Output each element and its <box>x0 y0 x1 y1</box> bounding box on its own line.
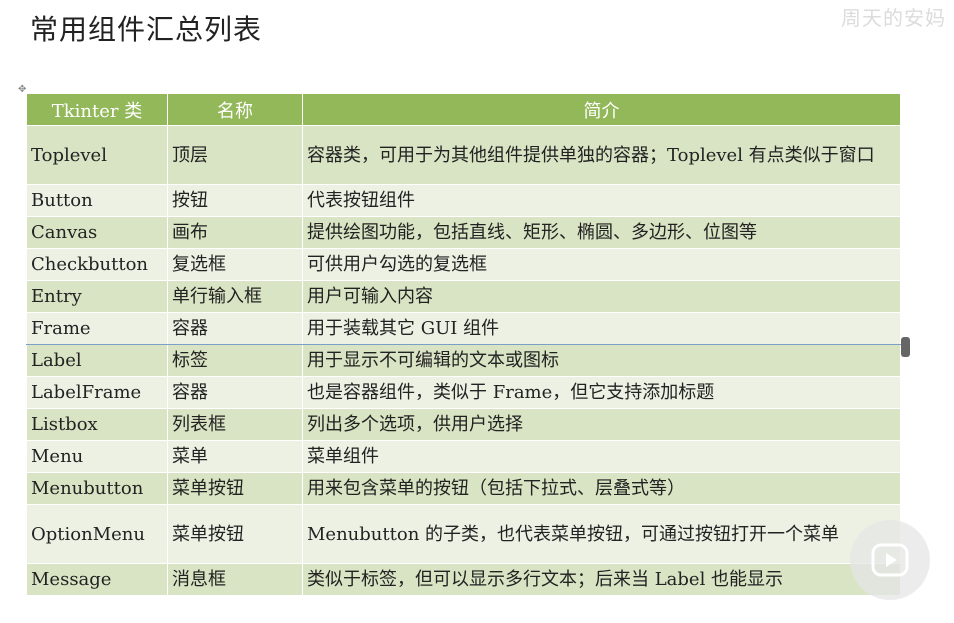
cell-desc: 代表按钮组件 <box>302 184 901 217</box>
scroll-handle[interactable] <box>901 337 910 357</box>
cell-name: 标签 <box>167 344 303 377</box>
components-table: Tkinter 类 名称 简介 Toplevel 顶层 容器类，可用于为其他组件… <box>26 93 901 596</box>
table-row: Entry 单行输入框 用户可输入内容 <box>26 280 901 313</box>
table-row: OptionMenu 菜单按钮 Menubutton 的子类，也代表菜单按钮，可… <box>26 504 901 564</box>
header-name: 名称 <box>167 93 303 126</box>
cell-desc: 列出多个选项，供用户选择 <box>302 408 901 441</box>
cell-name: 复选框 <box>167 248 303 281</box>
table-row: Label 标签 用于显示不可编辑的文本或图标 <box>26 344 901 377</box>
cell-class: Menubutton <box>26 472 168 505</box>
header-class: Tkinter 类 <box>26 93 168 126</box>
cell-class: Listbox <box>26 408 168 441</box>
cell-name: 顶层 <box>167 125 303 185</box>
cell-class: LabelFrame <box>26 376 168 409</box>
cell-name: 消息框 <box>167 563 303 596</box>
cell-name: 容器 <box>167 312 303 345</box>
header-desc: 简介 <box>302 93 901 126</box>
table-row: Listbox 列表框 列出多个选项，供用户选择 <box>26 408 901 441</box>
table-row: Toplevel 顶层 容器类，可用于为其他组件提供单独的容器；Toplevel… <box>26 125 901 185</box>
cell-name: 菜单按钮 <box>167 472 303 505</box>
cell-desc: 用于显示不可编辑的文本或图标 <box>302 344 901 377</box>
cell-name: 菜单 <box>167 440 303 473</box>
table-row: Checkbutton 复选框 可供用户勾选的复选框 <box>26 248 901 281</box>
table-row: Button 按钮 代表按钮组件 <box>26 184 901 217</box>
table-row: Menubutton 菜单按钮 用来包含菜单的按钮（包括下拉式、层叠式等） <box>26 472 901 505</box>
play-icon <box>870 540 910 580</box>
table-row: Canvas 画布 提供绘图功能，包括直线、矩形、椭圆、多边形、位图等 <box>26 216 901 249</box>
cell-class: Frame <box>26 312 168 345</box>
cell-class: Entry <box>26 280 168 313</box>
table-row: LabelFrame 容器 也是容器组件，类似于 Frame，但它支持添加标题 <box>26 376 901 409</box>
page-title: 常用组件汇总列表 <box>30 13 263 46</box>
cell-desc: 也是容器组件，类似于 Frame，但它支持添加标题 <box>302 376 901 409</box>
cell-name: 菜单按钮 <box>167 504 303 564</box>
cell-desc: 类似于标签，但可以显示多行文本；后来当 Label 也能显示 <box>302 563 901 596</box>
cell-class: Canvas <box>26 216 168 249</box>
cell-class: Label <box>26 344 168 377</box>
table-header-row: Tkinter 类 名称 简介 <box>26 93 901 126</box>
cell-desc: 菜单组件 <box>302 440 901 473</box>
cell-desc: 用户可输入内容 <box>302 280 901 313</box>
cell-name: 单行输入框 <box>167 280 303 313</box>
cell-class: Menu <box>26 440 168 473</box>
play-button[interactable] <box>850 520 930 600</box>
cell-class: Checkbutton <box>26 248 168 281</box>
cell-desc: 用于装载其它 GUI 组件 <box>302 312 901 345</box>
cell-class: Button <box>26 184 168 217</box>
cell-name: 容器 <box>167 376 303 409</box>
cell-name: 画布 <box>167 216 303 249</box>
cell-desc: 提供绘图功能，包括直线、矩形、椭圆、多边形、位图等 <box>302 216 901 249</box>
cell-class: OptionMenu <box>26 504 168 564</box>
cell-class: Toplevel <box>26 125 168 185</box>
watermark-top: 周天的安妈 <box>841 6 946 30</box>
cell-class: Message <box>26 563 168 596</box>
component-table: Tkinter 类 名称 简介 Toplevel 顶层 容器类，可用于为其他组件… <box>26 93 901 596</box>
cell-desc: 可供用户勾选的复选框 <box>302 248 901 281</box>
table-row: Frame 容器 用于装载其它 GUI 组件 <box>26 312 901 345</box>
table-row: Menu 菜单 菜单组件 <box>26 440 901 473</box>
table-row: Message 消息框 类似于标签，但可以显示多行文本；后来当 Label 也能… <box>26 563 901 596</box>
cell-name: 列表框 <box>167 408 303 441</box>
cell-desc: 用来包含菜单的按钮（包括下拉式、层叠式等） <box>302 472 901 505</box>
cell-desc: 容器类，可用于为其他组件提供单独的容器；Toplevel 有点类似于窗口 <box>302 125 901 185</box>
cell-desc: Menubutton 的子类，也代表菜单按钮，可通过按钮打开一个菜单 <box>302 504 901 564</box>
cell-name: 按钮 <box>167 184 303 217</box>
